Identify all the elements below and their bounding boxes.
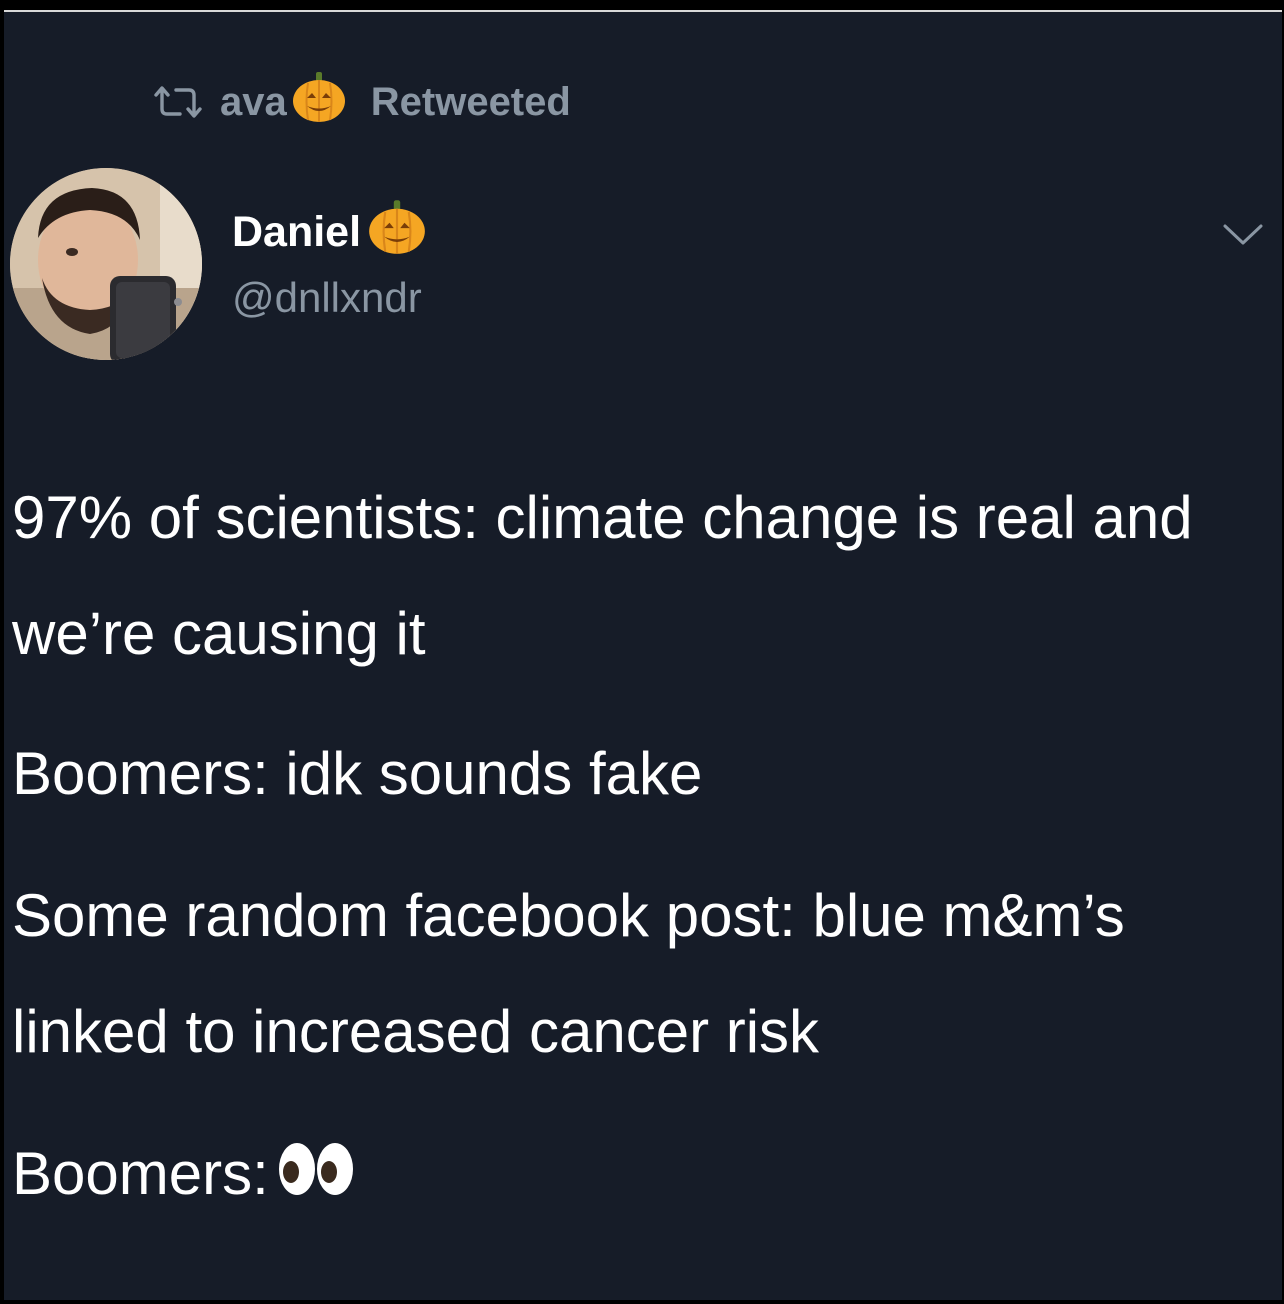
jack-o-lantern-icon bbox=[291, 70, 363, 134]
tweet-paragraph: Boomers: idk sounds fake bbox=[12, 740, 703, 807]
avatar-photo bbox=[10, 168, 202, 360]
tweet-paragraph: Some random facebook post: blue m&m’s li… bbox=[12, 882, 1125, 1065]
retweet-icon bbox=[154, 86, 202, 118]
chevron-down-icon[interactable] bbox=[1222, 222, 1264, 248]
author-name-row[interactable]: Daniel bbox=[232, 199, 427, 262]
author-name[interactable]: Daniel bbox=[232, 208, 361, 257]
eyes-icon bbox=[277, 1120, 357, 1236]
tweet-paragraph: Boomers: bbox=[12, 1140, 269, 1207]
retweet-label: Retweeted bbox=[370, 79, 571, 124]
tweet-paragraph: 97% of scientists: climate change is rea… bbox=[12, 484, 1193, 667]
jack-o-lantern-icon bbox=[367, 198, 427, 267]
tweet-text: 97% of scientists: climate change is rea… bbox=[12, 460, 1278, 1262]
author-handle[interactable]: @dnllxndr bbox=[232, 274, 422, 322]
avatar[interactable] bbox=[10, 168, 202, 360]
tweet-card: ava Retweeted Daniel @dnllxndr 97% of sc… bbox=[4, 10, 1282, 1300]
retweeter-name[interactable]: ava bbox=[220, 80, 287, 125]
tweet-paragraph-last: Boomers: bbox=[12, 1116, 1278, 1236]
retweet-header[interactable]: ava Retweeted bbox=[152, 72, 571, 132]
